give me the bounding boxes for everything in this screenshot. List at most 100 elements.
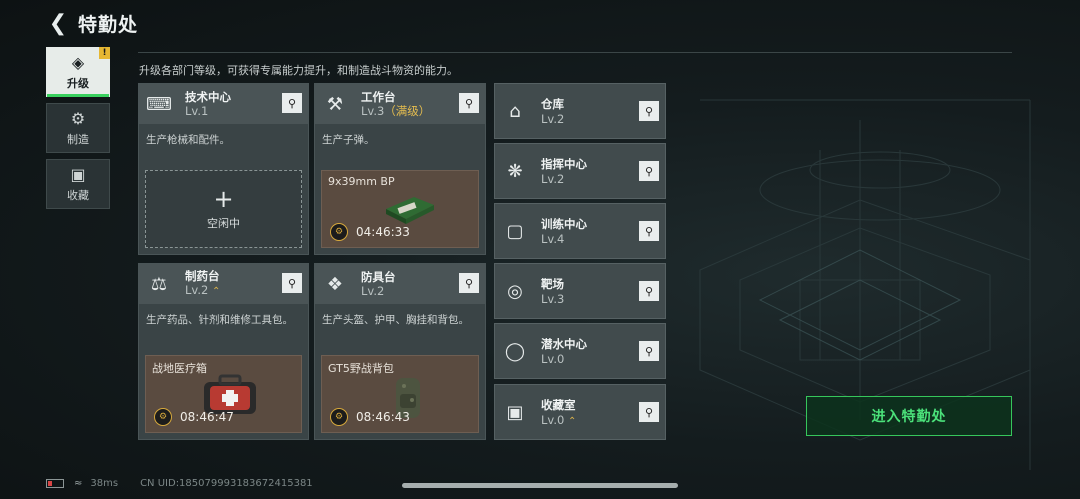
timer-value: 04:46:33: [356, 225, 410, 239]
pharmacy-icon: ⚖: [150, 273, 168, 295]
production-slot[interactable]: 9x39mm BP ⚙ 04:46:33: [321, 170, 479, 248]
card-collection-room[interactable]: ▣ 收藏室 Lv.0 ⌃ ⚲: [494, 384, 666, 440]
wrench-clock-icon: ⚙: [154, 408, 172, 426]
card-command-center[interactable]: ❋ 指挥中心 Lv.2 ⚲: [494, 143, 666, 199]
side-nav: ! ◈ 升级 ⚙ 制造 ▣ 收藏: [46, 47, 110, 215]
nav-collection[interactable]: ▣ 收藏: [46, 159, 110, 209]
production-slot[interactable]: 战地医疗箱 ⚙ 08:46:47: [145, 355, 302, 433]
user-uid: CN UID:1850799931836724153​81: [140, 478, 313, 489]
production-timer: ⚙ 04:46:33: [330, 223, 410, 241]
facility-name: 工作台: [361, 89, 396, 104]
ping-value: 38ms: [90, 478, 119, 489]
inspect-button[interactable]: ⚲: [639, 402, 659, 422]
enter-facility-button[interactable]: 进入特勤处: [806, 396, 1012, 436]
nav-craft[interactable]: ⚙ 制造: [46, 103, 110, 153]
facility-description: 生产药品、针剂和维修工具包。: [146, 314, 293, 326]
battery-icon: [46, 479, 64, 488]
upgrade-arrow-icon: ⌃: [211, 286, 221, 297]
card-header: ⚒ 工作台 Lv.3（满级） ⚲: [315, 84, 485, 124]
header: ❮ 特勤处: [44, 6, 138, 40]
production-slot[interactable]: + 空闲中: [145, 170, 302, 248]
facility-level: Lv.1: [185, 103, 209, 118]
card-shooting-range[interactable]: ◎ 靶场 Lv.3 ⚲: [494, 263, 666, 319]
facility-description: 生产头盔、护甲、胸挂和背包。: [322, 314, 469, 326]
search-icon: ⚲: [644, 284, 654, 298]
item-name: 9x39mm BP: [328, 175, 395, 188]
inspect-button[interactable]: ⚲: [639, 161, 659, 181]
facility-level: Lv.2: [185, 283, 209, 297]
card-pharmacy[interactable]: ⚖ 制药台 Lv.2 ⌃ ⚲ 生产药品、针剂和维修工具包。 战地医疗箱 ⚙ 08…: [138, 263, 309, 440]
card-training-center[interactable]: ▢ 训练中心 Lv.4 ⚲: [494, 203, 666, 259]
command-center-icon: ❋: [507, 160, 523, 182]
wrench-clock-icon: ⚙: [330, 408, 348, 426]
divider: [138, 52, 1012, 53]
ammo-box-icon: [386, 197, 434, 224]
facility-level: Lv.2: [541, 172, 565, 186]
diving-mask-icon: ◯: [504, 340, 526, 362]
armor-bench-icon: ❖: [326, 273, 344, 295]
item-name: GT5野战背包: [328, 362, 394, 375]
collection-icon: ▣: [70, 164, 86, 184]
card-armor-bench[interactable]: ❖ 防具台 Lv.2 ⚲ 生产头盔、护甲、胸挂和背包。 GT5野战背包 ⚙ 08…: [314, 263, 486, 440]
facility-level: Lv.2: [541, 112, 565, 126]
gears-icon: ⚙: [70, 108, 86, 128]
facility-level: Lv.3: [541, 292, 565, 306]
search-icon: ⚲: [287, 96, 297, 110]
inspect-button[interactable]: ⚲: [639, 101, 659, 121]
facility-level: Lv.2: [361, 283, 385, 298]
back-button[interactable]: ❮: [44, 9, 72, 37]
facility-name: 制药台: [185, 269, 220, 283]
status-bar: ≈ 38ms CN UID:1850799931836724153​81: [46, 478, 313, 489]
facility-name: 仓库: [541, 97, 564, 111]
facility-level: Lv.4: [541, 232, 565, 246]
inspect-button[interactable]: ⚲: [282, 93, 302, 113]
collection-room-icon: ▣: [506, 401, 524, 423]
search-icon: ⚲: [644, 104, 654, 118]
inspect-button[interactable]: ⚲: [639, 341, 659, 361]
plus-icon: +: [213, 185, 234, 213]
inspect-button[interactable]: ⚲: [459, 93, 479, 113]
search-icon: ⚲: [644, 164, 654, 178]
search-icon: ⚲: [644, 405, 654, 419]
max-level-label: （满级）: [384, 103, 431, 118]
warehouse-icon: ⌂: [509, 100, 521, 122]
inspect-button[interactable]: ⚲: [282, 273, 302, 293]
home-indicator[interactable]: [402, 483, 678, 488]
card-workbench[interactable]: ⚒ 工作台 Lv.3（满级） ⚲ 生产子弹。 9x39mm BP ⚙ 04:46…: [314, 83, 486, 255]
nav-label: 升级: [67, 76, 89, 90]
production-slot[interactable]: GT5野战背包 ⚙ 08:46:43: [321, 355, 479, 433]
page-description: 升级各部门等级，可获得专属能力提升，和制造战斗物资的能力。: [139, 64, 458, 77]
idle-label: 空闲中: [207, 217, 240, 230]
timer-value: 08:46:47: [180, 410, 234, 424]
inspect-button[interactable]: ⚲: [459, 273, 479, 293]
facility-name: 潜水中心: [541, 337, 587, 351]
facility-name: 指挥中心: [541, 157, 587, 171]
nav-label: 制造: [67, 132, 89, 146]
dumbbell-icon: ▢: [506, 220, 524, 242]
inspect-button[interactable]: ⚲: [639, 281, 659, 301]
card-header: ⌨ 技术中心 Lv.1 ⚲: [139, 84, 308, 124]
workbench-icon: ⚒: [326, 93, 344, 115]
facility-name: 技术中心: [185, 89, 231, 104]
card-tech-center[interactable]: ⌨ 技术中心 Lv.1 ⚲ 生产枪械和配件。 + 空闲中: [138, 83, 309, 255]
facility-level: Lv.3: [361, 103, 385, 118]
nav-upgrade[interactable]: ! ◈ 升级: [46, 47, 110, 97]
facility-description: 生产子弹。: [322, 134, 375, 146]
alert-badge: !: [99, 47, 110, 59]
card-warehouse[interactable]: ⌂ 仓库 Lv.2 ⚲: [494, 83, 666, 139]
card-diving-center[interactable]: ◯ 潜水中心 Lv.0 ⚲: [494, 323, 666, 379]
timer-value: 08:46:43: [356, 410, 410, 424]
production-timer: ⚙ 08:46:47: [154, 408, 234, 426]
production-timer: ⚙ 08:46:43: [330, 408, 410, 426]
wrench-clock-icon: ⚙: [330, 223, 348, 241]
search-icon: ⚲: [644, 344, 654, 358]
target-icon: ◎: [507, 280, 523, 302]
facility-description: 生产枪械和配件。: [146, 134, 230, 146]
facility-name: 靶场: [541, 277, 564, 291]
search-icon: ⚲: [464, 96, 474, 110]
upgrade-icon: ◈: [71, 52, 85, 72]
search-icon: ⚲: [644, 224, 654, 238]
card-header: ❖ 防具台 Lv.2 ⚲: [315, 264, 485, 304]
search-icon: ⚲: [287, 276, 297, 290]
inspect-button[interactable]: ⚲: [639, 221, 659, 241]
